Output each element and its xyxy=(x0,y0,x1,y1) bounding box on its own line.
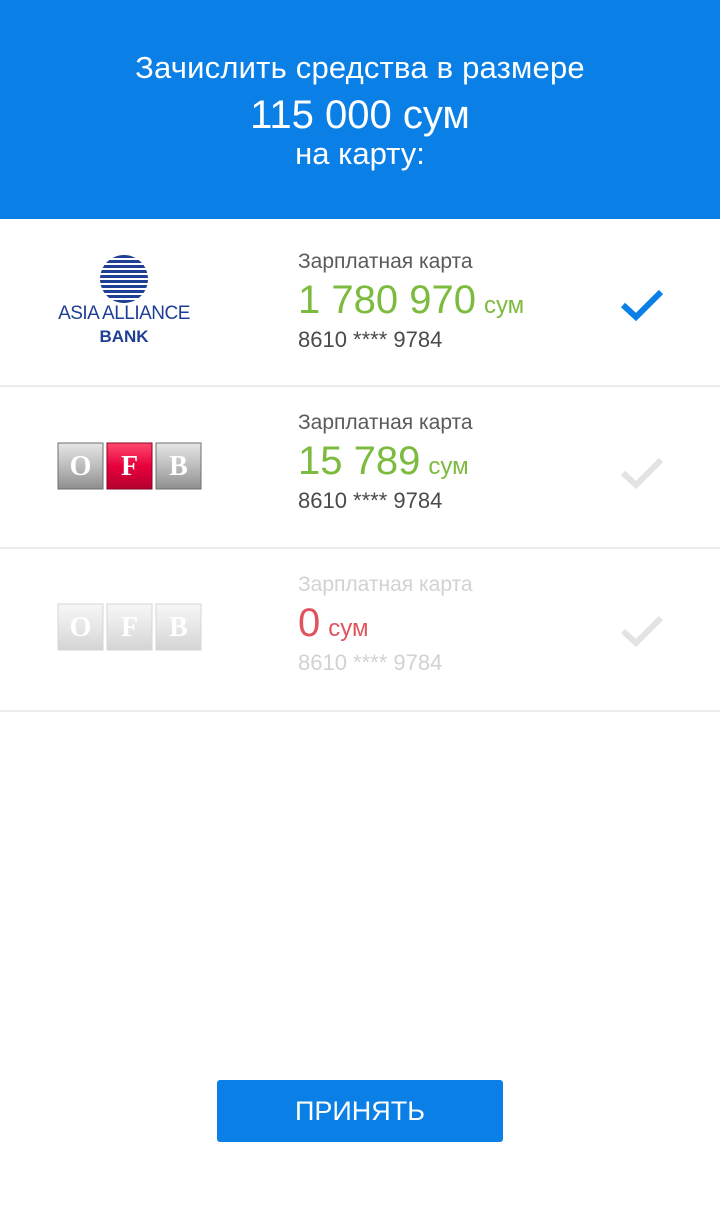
card-info: Зарплатная карта 0 сум 8610 **** 9784 xyxy=(298,573,473,676)
checkmark-icon[interactable] xyxy=(616,611,668,651)
card-balance: 0 сум xyxy=(298,601,473,646)
ofb-logo-letter-o: O xyxy=(70,451,92,482)
ofb-logo: O F B xyxy=(0,387,260,547)
balance-amount: 1 780 970 xyxy=(298,278,476,322)
balance-amount: 15 789 xyxy=(298,439,421,483)
card-option-ofb[interactable]: O F B Зарплатная карта 15 789 сум 8610 **… xyxy=(0,387,720,549)
card-option-ofb-disabled[interactable]: O F B Зарплатная карта 0 сум 8610 **** 97… xyxy=(0,549,720,712)
ofb-logo-disabled: O F B xyxy=(0,549,260,710)
card-number: 8610 **** 9784 xyxy=(298,488,443,513)
asia-alliance-bank-logo: ASIA ALLIANCE BANK xyxy=(0,219,260,385)
card-number: 8610 **** 9784 xyxy=(298,327,443,352)
checkmark-icon[interactable] xyxy=(616,285,668,325)
card-info: Зарплатная карта 1 780 970 сум 8610 **** … xyxy=(298,250,524,353)
card-info: Зарплатная карта 15 789 сум 8610 **** 978… xyxy=(298,411,473,514)
ofb-logo-letter-b: B xyxy=(169,612,188,643)
card-option-asia-alliance[interactable]: ASIA ALLIANCE BANK Зарплатная карта 1 78… xyxy=(0,219,720,387)
header-text: Зачислить средства в размере xyxy=(135,50,585,85)
header-subtext: на карту: xyxy=(295,136,425,171)
balance-amount: 0 xyxy=(298,601,321,645)
balance-currency: сум xyxy=(328,615,369,642)
balance-currency: сум xyxy=(428,453,469,480)
amount-header: Зачислить средства в размере 115 000 сум… xyxy=(0,0,720,219)
card-balance: 1 780 970 сум xyxy=(298,278,524,323)
accept-button[interactable]: ПРИНЯТЬ xyxy=(217,1080,503,1142)
balance-currency: сум xyxy=(483,292,525,319)
card-type-label: Зарплатная карта xyxy=(298,573,473,596)
ofb-logo-letter-b: B xyxy=(169,451,188,482)
asia-alliance-logo-text-bank: BANK xyxy=(99,327,149,346)
card-type-label: Зарплатная карта xyxy=(298,250,473,273)
card-balance: 15 789 сум xyxy=(298,439,473,484)
ofb-logo-letter-f: F xyxy=(121,451,138,482)
card-number: 8610 **** 9784 xyxy=(298,650,443,675)
asia-alliance-logo-text: ASIA ALLIANCE xyxy=(58,303,190,324)
transfer-amount: 115 000 сум xyxy=(250,93,470,137)
ofb-logo-letter-o: O xyxy=(70,612,92,643)
card-type-label: Зарплатная карта xyxy=(298,411,473,434)
checkmark-icon[interactable] xyxy=(616,453,668,493)
ofb-logo-letter-f: F xyxy=(121,612,138,643)
